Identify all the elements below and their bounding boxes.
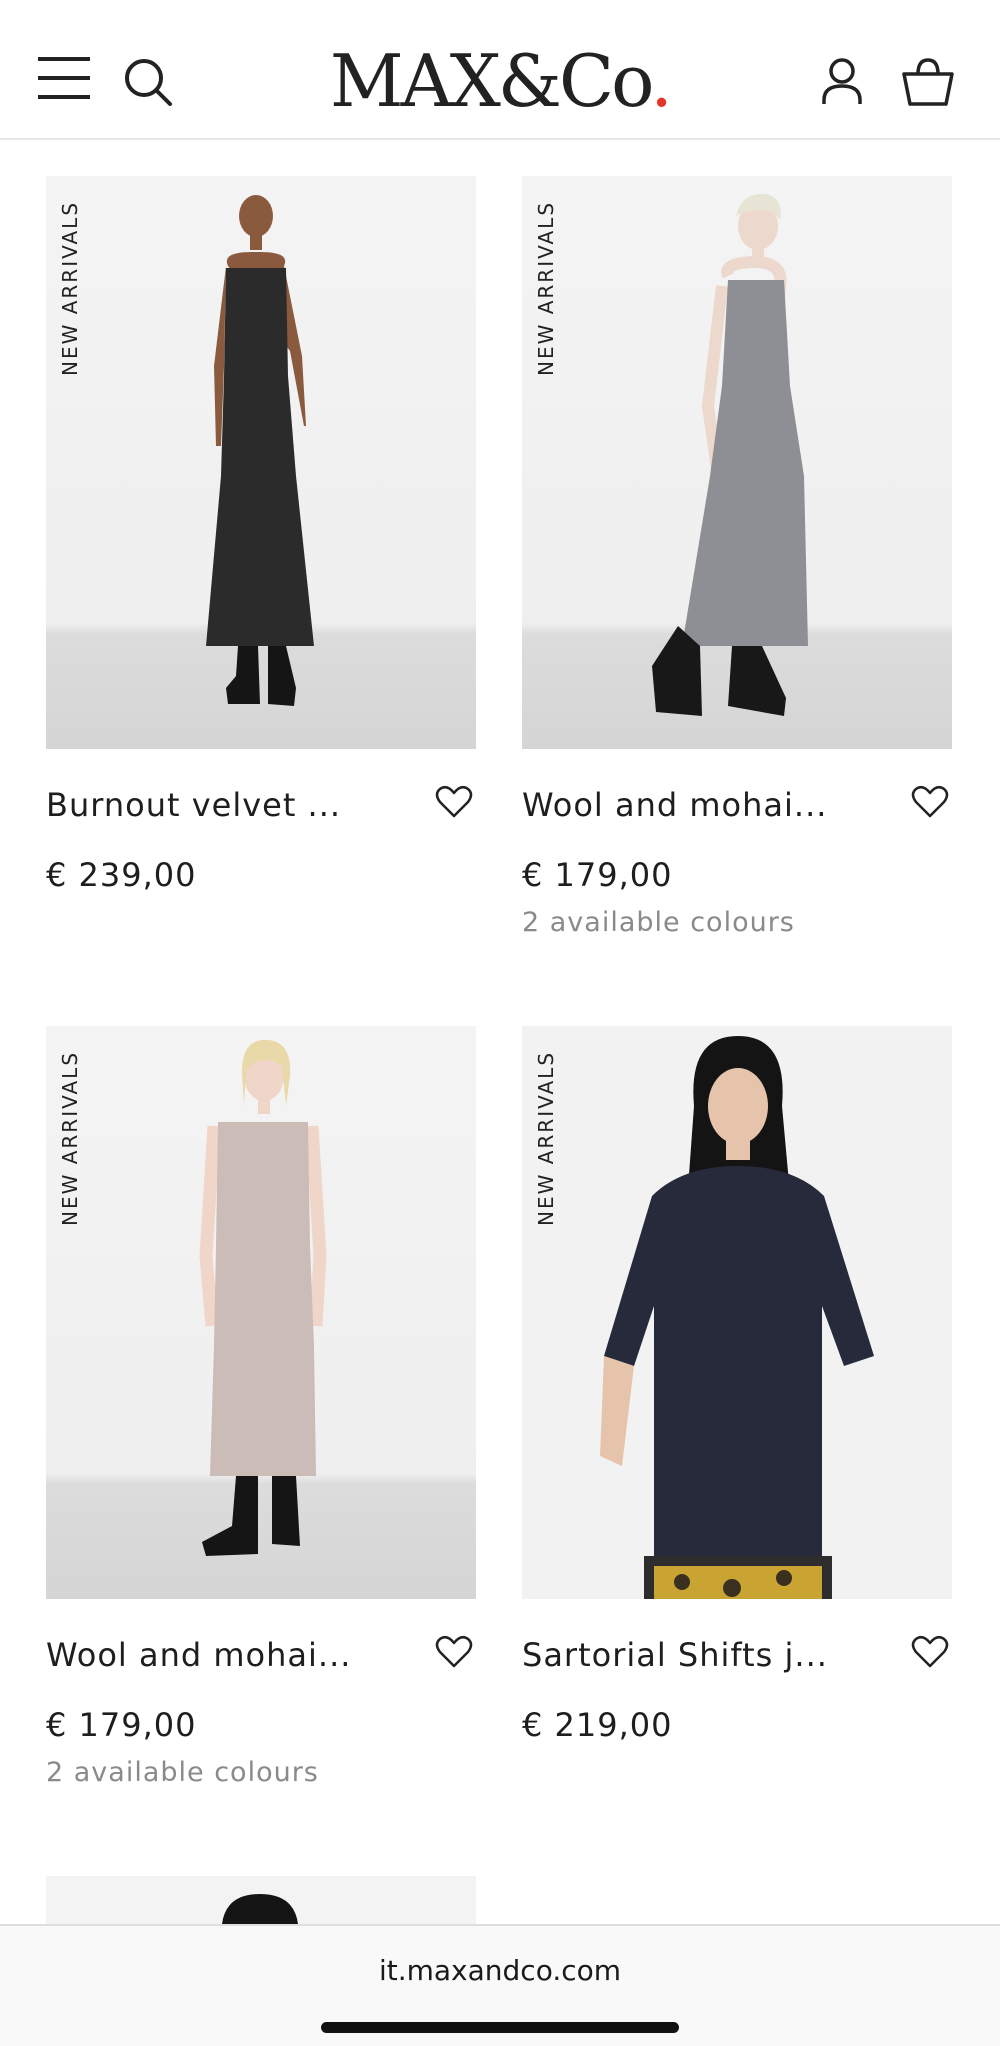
account-icon[interactable] bbox=[812, 54, 872, 114]
model-illustration bbox=[600, 1036, 874, 1599]
model-illustration bbox=[199, 1039, 327, 1556]
product-title[interactable]: Wool and mohai... bbox=[522, 786, 827, 824]
product-image[interactable]: NEW ARRIVALS bbox=[46, 1026, 476, 1599]
product-price: € 239,00 bbox=[46, 856, 197, 894]
heart-icon[interactable] bbox=[910, 782, 950, 822]
shopping-bag-icon[interactable] bbox=[896, 54, 960, 114]
heart-icon[interactable] bbox=[434, 1632, 474, 1672]
product-title[interactable]: Wool and mohai... bbox=[46, 1636, 351, 1674]
new-arrivals-badge: NEW ARRIVALS bbox=[534, 200, 558, 376]
model-illustration bbox=[222, 1894, 298, 1924]
heart-icon[interactable] bbox=[910, 1632, 950, 1672]
product-image[interactable] bbox=[46, 1876, 476, 1924]
new-arrivals-badge: NEW ARRIVALS bbox=[534, 1050, 558, 1226]
product-grid: NEW ARRIVALS Burnout velvet ... € 239,00… bbox=[0, 140, 1000, 1924]
logo-dot: . bbox=[650, 39, 673, 123]
product-image[interactable]: NEW ARRIVALS bbox=[522, 1026, 952, 1599]
product-title[interactable]: Sartorial Shifts j... bbox=[522, 1636, 828, 1674]
model-illustration bbox=[652, 193, 808, 716]
product-price: € 179,00 bbox=[46, 1706, 197, 1744]
site-header: MAX&Co. bbox=[0, 0, 1000, 140]
product-title[interactable]: Burnout velvet ... bbox=[46, 786, 341, 824]
url-text[interactable]: it.maxandco.com bbox=[0, 1954, 1000, 1987]
browser-address-bar[interactable]: it.maxandco.com bbox=[0, 1924, 1000, 2046]
product-card[interactable]: NEW ARRIVALS Wool and mohai... € 179,00 … bbox=[522, 176, 952, 938]
heart-icon[interactable] bbox=[434, 782, 474, 822]
logo-text: MAX&Co bbox=[329, 39, 653, 123]
available-colours: 2 available colours bbox=[522, 907, 795, 938]
new-arrivals-badge: NEW ARRIVALS bbox=[58, 1050, 82, 1226]
product-card[interactable]: NEW ARRIVALS Burnout velvet ... € 239,00 bbox=[46, 176, 476, 894]
model-illustration bbox=[206, 195, 314, 706]
product-price: € 219,00 bbox=[522, 1706, 673, 1744]
product-card[interactable]: NEW ARRIVALS Sartorial Shifts j... € 219… bbox=[522, 1026, 952, 1744]
product-image[interactable]: NEW ARRIVALS bbox=[522, 176, 952, 749]
product-price: € 179,00 bbox=[522, 856, 673, 894]
new-arrivals-badge: NEW ARRIVALS bbox=[58, 200, 82, 376]
product-image[interactable]: NEW ARRIVALS bbox=[46, 176, 476, 749]
available-colours: 2 available colours bbox=[46, 1757, 319, 1788]
product-card[interactable] bbox=[46, 1876, 476, 1924]
product-card[interactable]: NEW ARRIVALS Wool and mohai... € 179,00 … bbox=[46, 1026, 476, 1788]
home-indicator[interactable] bbox=[321, 2022, 679, 2033]
